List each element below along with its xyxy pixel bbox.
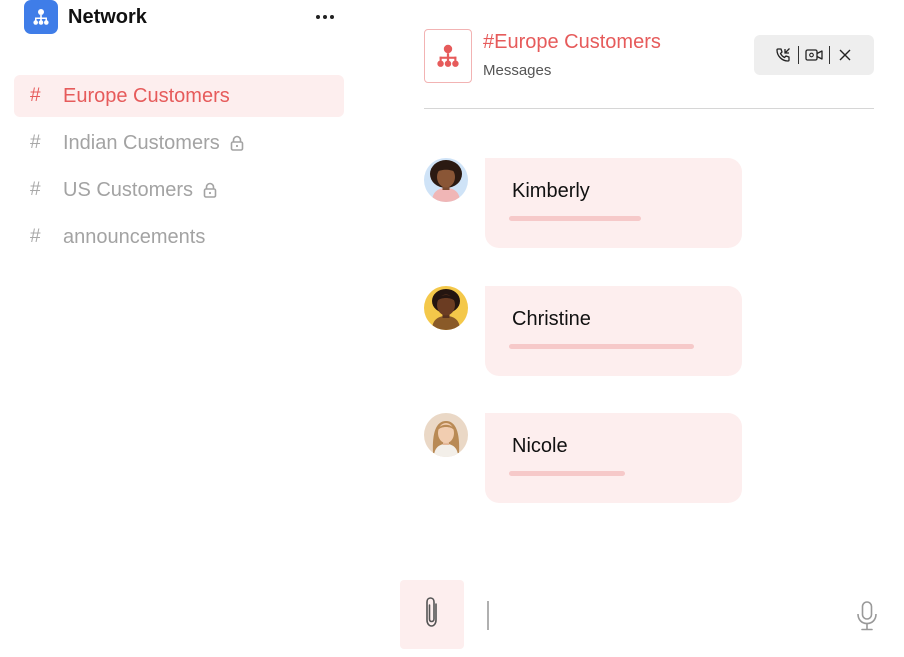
channel-list: # Europe Customers # Indian Customers # … xyxy=(14,75,344,263)
message-text-placeholder xyxy=(509,471,625,476)
channel-header: #Europe Customers Messages xyxy=(424,29,874,109)
message-item: Christine xyxy=(424,286,744,376)
channel-title: #Europe Customers xyxy=(483,31,661,53)
avatar xyxy=(424,158,468,202)
hash-icon: # xyxy=(30,226,41,247)
message-input-caret[interactable] xyxy=(487,601,489,630)
avatar xyxy=(424,286,468,330)
lock-icon xyxy=(203,182,217,198)
more-dot-icon xyxy=(323,15,327,19)
video-call-icon[interactable] xyxy=(799,40,829,70)
channel-label: US Customers xyxy=(63,178,194,201)
hash-icon: # xyxy=(30,179,41,200)
sidebar: Network # Europe Customers # Indian Cust… xyxy=(0,0,360,657)
channel-item-announcements[interactable]: # announcements xyxy=(14,216,344,258)
channel-label: Indian Customers xyxy=(63,131,220,154)
channel-subtitle: Messages xyxy=(483,62,552,79)
message-bubble: Christine xyxy=(485,286,742,376)
paperclip-icon xyxy=(422,595,442,634)
hash-icon: # xyxy=(30,132,41,153)
message-text-placeholder xyxy=(509,344,694,349)
channel-label: Europe Customers xyxy=(63,84,230,107)
attach-button[interactable] xyxy=(400,580,464,649)
call-actions xyxy=(754,35,874,75)
app-header: Network xyxy=(24,0,340,34)
more-dot-icon xyxy=(316,15,320,19)
sender-name: Nicole xyxy=(512,435,568,457)
sender-name: Christine xyxy=(512,308,591,330)
channel-label: announcements xyxy=(63,225,206,248)
message-bubble: Nicole xyxy=(485,413,742,503)
avatar xyxy=(424,413,468,457)
microphone-icon[interactable] xyxy=(853,599,881,633)
org-chart-icon xyxy=(424,29,472,83)
lock-icon xyxy=(230,135,244,151)
more-options-button[interactable] xyxy=(314,8,336,26)
channel-item-us-customers[interactable]: # US Customers xyxy=(14,169,344,211)
channel-item-europe-customers[interactable]: # Europe Customers xyxy=(14,75,344,117)
phone-call-icon[interactable] xyxy=(768,40,798,70)
message-text-placeholder xyxy=(509,216,641,221)
org-chart-icon xyxy=(24,0,58,34)
chat-panel: #Europe Customers Messages Kimberly Chri… xyxy=(424,0,874,657)
sender-name: Kimberly xyxy=(512,180,590,202)
message-item: Nicole xyxy=(424,413,744,503)
message-bubble: Kimberly xyxy=(485,158,742,248)
channel-item-indian-customers[interactable]: # Indian Customers xyxy=(14,122,344,164)
hash-icon: # xyxy=(30,85,41,106)
message-item: Kimberly xyxy=(424,158,744,248)
more-dot-icon xyxy=(330,15,334,19)
close-icon[interactable] xyxy=(830,40,860,70)
app-title: Network xyxy=(68,5,147,28)
